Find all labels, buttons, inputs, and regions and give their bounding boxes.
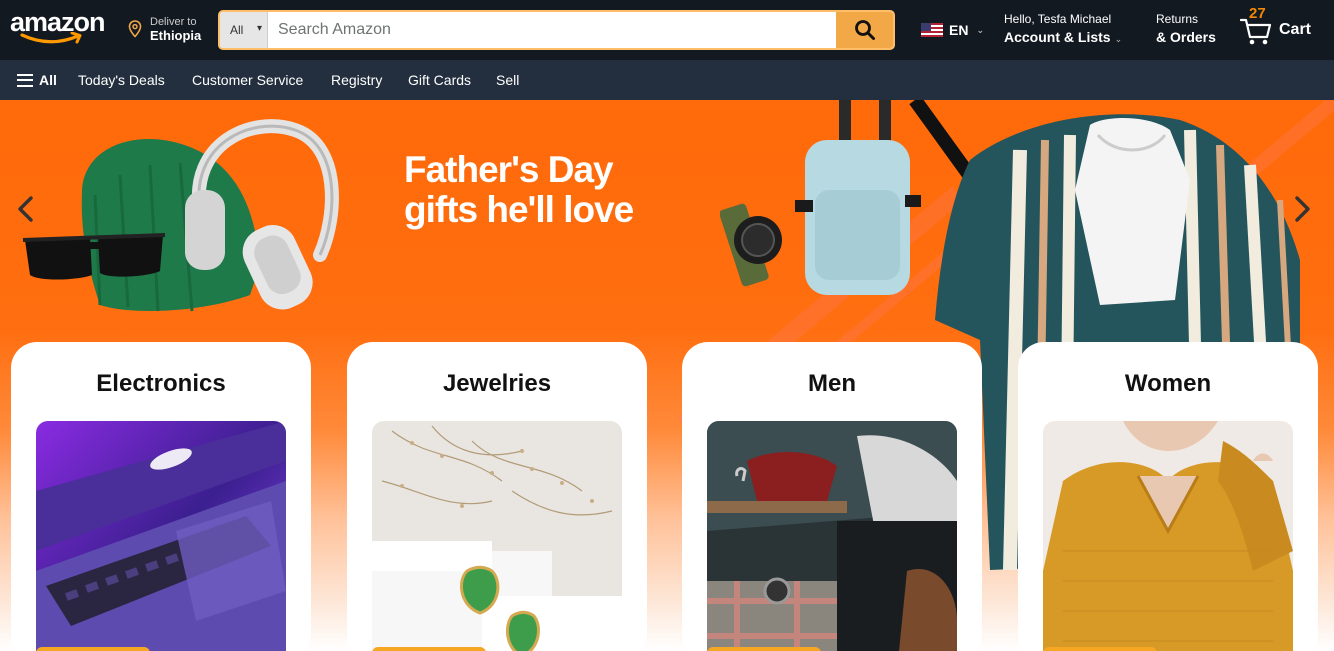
location-pin-icon: [128, 20, 142, 38]
womens-sweater-image[interactable]: [1043, 421, 1293, 651]
carousel-prev-arrow-icon[interactable]: [16, 196, 36, 222]
hero-headline: Father's Day gifts he'll love: [404, 149, 634, 230]
deliver-to-label: Deliver to: [150, 16, 197, 28]
search-category-value: All: [230, 23, 244, 37]
hero-headline-line2: gifts he'll love: [404, 189, 634, 230]
all-menu-button[interactable]: All: [17, 72, 57, 88]
category-title: Men: [808, 370, 856, 397]
secondary-navigation: All Today's Deals Customer Service Regis…: [0, 60, 1334, 100]
search-button[interactable]: [836, 12, 893, 48]
orders-label: & Orders: [1156, 29, 1216, 45]
hero-carousel: Father's Day gifts he'll love Electronic…: [0, 100, 1334, 651]
account-lists-text: Account & Lists: [1004, 29, 1111, 45]
hat-headphones-sunglasses-image: [22, 119, 339, 312]
laptop-image[interactable]: [36, 421, 286, 651]
cart-label: Cart: [1279, 21, 1312, 38]
chevron-down-icon: ▾: [256, 23, 262, 34]
search-category-dropdown[interactable]: All ▾: [220, 12, 268, 48]
nav-gift-cards[interactable]: Gift Cards: [408, 72, 471, 88]
account-lists-label: Account & Lists ⌄: [1004, 29, 1122, 45]
category-title: Jewelries: [442, 370, 552, 397]
category-title: Women: [1124, 370, 1212, 397]
returns-and-orders[interactable]: Returns & Orders: [1156, 12, 1216, 45]
deliver-country: Ethiopia: [150, 28, 202, 43]
us-flag-icon: [921, 23, 943, 37]
nav-todays-deals[interactable]: Today's Deals: [78, 72, 165, 88]
mens-apparel-image[interactable]: [707, 421, 957, 651]
all-menu-label: All: [39, 72, 57, 88]
category-card-electronics[interactable]: Electronics: [11, 342, 311, 651]
search-bar: All ▾: [218, 10, 895, 50]
cart-icon: [1240, 18, 1272, 45]
search-input[interactable]: [268, 12, 838, 48]
language-selector[interactable]: EN ⌄: [921, 20, 984, 40]
hamburger-menu-icon: [17, 73, 33, 87]
amazon-logo[interactable]: amazon: [10, 6, 112, 46]
nav-customer-service[interactable]: Customer Service: [192, 72, 303, 88]
carousel-next-arrow-icon[interactable]: [1292, 196, 1312, 222]
chevron-down-icon: ⌄: [976, 24, 984, 35]
shop-now-button[interactable]: [1043, 647, 1157, 651]
search-icon: [854, 20, 875, 40]
account-and-lists[interactable]: Hello, Tesfa Michael Account & Lists ⌄: [1004, 12, 1122, 45]
earrings-image[interactable]: [372, 421, 622, 651]
hero-headline-line1: Father's Day: [404, 149, 614, 190]
shop-now-button[interactable]: [372, 647, 486, 651]
returns-label: Returns: [1156, 12, 1199, 26]
nav-sell[interactable]: Sell: [496, 72, 519, 88]
account-greeting: Hello, Tesfa Michael: [1004, 12, 1112, 26]
category-title: Electronics: [96, 370, 226, 397]
category-card-women[interactable]: Women: [1018, 342, 1318, 651]
category-card-jewelries[interactable]: Jewelries: [347, 342, 647, 651]
chevron-down-icon: ⌄: [1114, 34, 1123, 44]
nav-registry[interactable]: Registry: [331, 72, 382, 88]
shop-now-button[interactable]: [707, 647, 821, 651]
top-navigation-bar: amazon Deliver to Ethiopia All ▾ Search …: [0, 0, 1334, 60]
smile-arrow-icon: [20, 32, 82, 44]
category-card-men[interactable]: Men: [682, 342, 982, 651]
shop-now-button[interactable]: [36, 647, 150, 651]
cart-button[interactable]: 27 Cart: [1240, 5, 1326, 52]
language-code: EN: [949, 22, 969, 38]
